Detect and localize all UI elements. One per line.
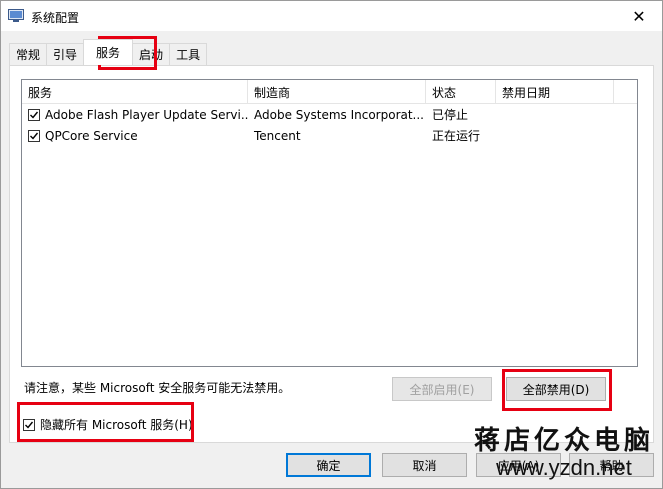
apply-button[interactable]: 应用(A) [476,453,561,477]
hide-ms-services-option[interactable]: 隐藏所有 Microsoft 服务(H) [23,416,193,433]
tab-tools[interactable]: 工具 [169,43,208,65]
table-row[interactable]: QPCore Service Tencent 正在运行 [22,125,637,146]
tab-strip: 常规 引导 服务 启动 工具 [9,39,208,65]
column-status[interactable]: 状态 [426,80,496,104]
column-service[interactable]: 服务 [22,80,248,104]
services-panel: 服务 制造商 状态 禁用日期 Adobe Flash Player Update… [9,65,654,443]
disable-all-button[interactable]: 全部禁用(D) [506,377,606,401]
table-row[interactable]: Adobe Flash Player Update Servi... Adobe… [22,104,637,125]
window-title: 系统配置 [31,11,80,25]
title-bar: 系统配置 ✕ [1,1,662,31]
column-vendor[interactable]: 制造商 [248,80,426,104]
system-config-window: 系统配置 ✕ 常规 引导 服务 启动 工具 服务 制造商 状态 禁用日期 Ado… [0,0,663,489]
service-checkbox[interactable] [28,108,40,121]
column-disabled-date[interactable]: 禁用日期 [496,80,614,104]
service-status: 已停止 [432,108,469,122]
service-name: QPCore Service [45,128,138,143]
tab-services[interactable]: 服务 [83,39,134,65]
hide-ms-checkbox[interactable] [23,418,35,431]
service-vendor: Adobe Systems Incorporat... [254,107,424,122]
tab-general[interactable]: 常规 [9,43,48,65]
close-icon[interactable]: ✕ [616,1,662,31]
checkmark-icon [30,111,39,119]
service-disabled-date [496,125,614,146]
enable-all-button[interactable]: 全部启用(E) [392,377,492,401]
service-checkbox[interactable] [28,129,40,142]
list-header: 服务 制造商 状态 禁用日期 [22,80,637,104]
help-button[interactable]: 帮助 [569,453,654,477]
services-list[interactable]: 服务 制造商 状态 禁用日期 Adobe Flash Player Update… [21,79,638,367]
security-note: 请注意，某些 Microsoft 安全服务可能无法禁用。 [24,381,291,395]
ok-button[interactable]: 确定 [286,453,371,477]
tab-startup[interactable]: 启动 [132,43,171,65]
checkmark-icon [30,132,39,140]
service-name: Adobe Flash Player Update Servi... [45,107,248,122]
system-config-app-icon [8,9,24,23]
tab-boot[interactable]: 引导 [46,43,85,65]
service-disabled-date [496,104,614,125]
checkmark-icon [25,421,34,429]
service-vendor: Tencent [254,128,301,143]
hide-ms-label: 隐藏所有 Microsoft 服务(H) [40,418,193,432]
service-status: 正在运行 [432,129,481,143]
cancel-button[interactable]: 取消 [382,453,467,477]
